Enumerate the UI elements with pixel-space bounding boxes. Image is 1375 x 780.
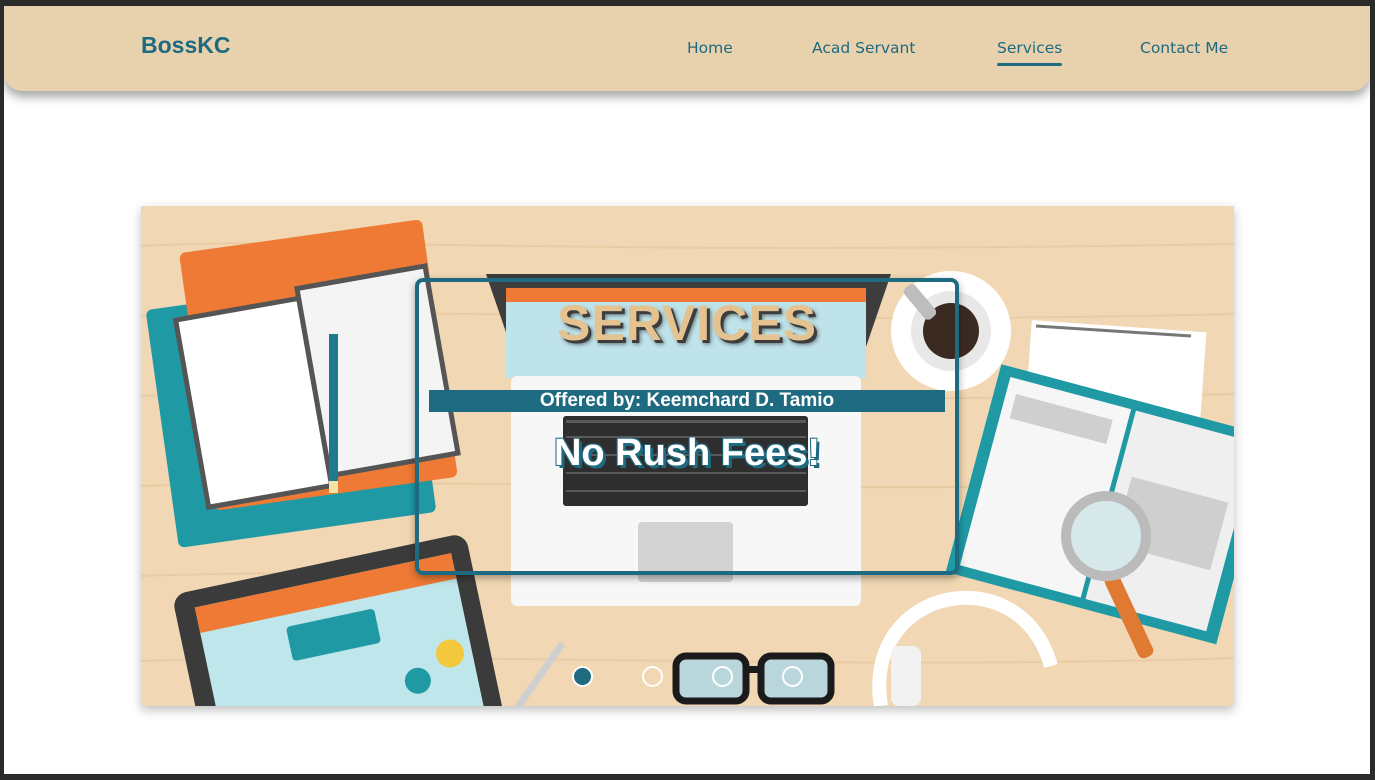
carousel-indicator-1[interactable] [572,666,593,687]
nav-link-contact-me[interactable]: Contact Me [1140,39,1228,57]
carousel[interactable]: SERVICES Offered by: Keemchard D. Tamio … [141,206,1234,706]
navbar: BossKC Home Acad Servant Services Contac… [4,6,1370,91]
slide-caption: SERVICES Offered by: Keemchard D. Tamio … [415,278,959,575]
brand-logo[interactable]: BossKC [141,32,230,59]
slide-tagline: No Rush Fees! [553,432,821,474]
nav-link-services[interactable]: Services [997,39,1063,66]
slide-title: SERVICES [557,295,817,351]
carousel-indicator-2[interactable] [642,666,663,687]
carousel-indicators [141,666,1234,688]
nav-link-acad-servant[interactable]: Acad Servant [812,39,915,57]
page: BossKC Home Acad Servant Services Contac… [4,6,1370,774]
open-notebook-icon [146,219,461,548]
slide-offered-by: Offered by: Keemchard D. Tamio [429,390,945,412]
nav-link-home[interactable]: Home [687,39,733,57]
carousel-indicator-3[interactable] [712,666,733,687]
pencil-icon [329,334,338,493]
carousel-indicator-4[interactable] [782,666,803,687]
